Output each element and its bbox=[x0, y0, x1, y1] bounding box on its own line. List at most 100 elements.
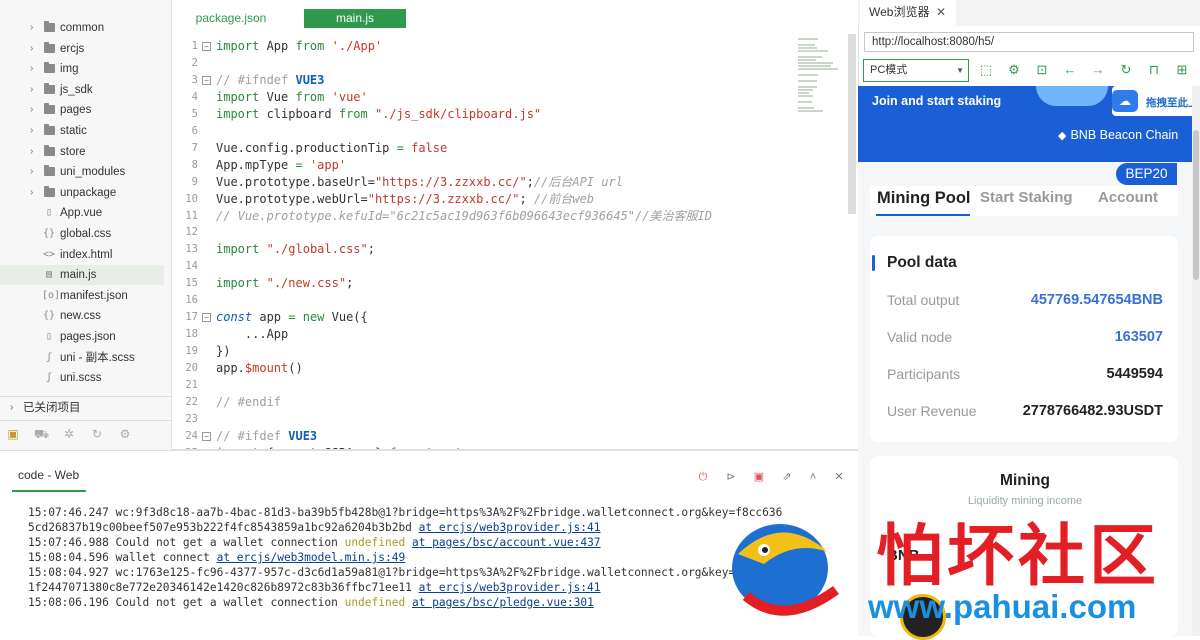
folder-item[interactable]: › ercjs bbox=[0, 39, 164, 59]
collapse-icon[interactable]: ˄ bbox=[806, 470, 820, 484]
clear-icon[interactable]: ▣ bbox=[752, 470, 766, 484]
grid-icon[interactable]: ⊞ bbox=[1174, 62, 1190, 78]
fold-toggle-icon[interactable]: − bbox=[202, 75, 211, 85]
code-line[interactable]: import "./global.css"; bbox=[216, 241, 375, 258]
folder-item[interactable]: › js_sdk bbox=[0, 80, 164, 100]
tab-account[interactable]: Account bbox=[1098, 189, 1158, 206]
car-icon[interactable]: ⛟ bbox=[34, 427, 49, 441]
browser-scrollbar-thumb[interactable] bbox=[1193, 130, 1199, 280]
file-label: uni_modules bbox=[60, 166, 126, 179]
fold-toggle-icon[interactable]: − bbox=[202, 313, 211, 323]
coin-graphic bbox=[1036, 86, 1108, 106]
code-line[interactable]: import Vue from 'vue' bbox=[216, 89, 368, 106]
file-label: js_sdk bbox=[60, 83, 93, 96]
plugin-icon[interactable]: ✲ bbox=[62, 427, 76, 441]
folder-item[interactable]: › unpackage bbox=[0, 183, 164, 203]
browser-tab[interactable]: Web浏览器 ✕ bbox=[860, 0, 956, 26]
code-line[interactable]: import App from './App' bbox=[216, 38, 382, 55]
close-icon[interactable]: ✕ bbox=[936, 0, 946, 25]
lock-icon[interactable]: ⊓ bbox=[1146, 62, 1162, 78]
file-item[interactable]: [o] manifest.json bbox=[0, 286, 164, 306]
back-arrow-icon[interactable]: ← bbox=[1062, 62, 1078, 78]
code-line[interactable]: import clipboard from "./js_sdk/clipboar… bbox=[216, 106, 541, 123]
minimap-line bbox=[798, 95, 814, 97]
chain-name: BNB Beacon Chain bbox=[1070, 128, 1179, 142]
code-line[interactable]: Vue.config.productionTip = false bbox=[216, 140, 447, 157]
minimap[interactable] bbox=[798, 38, 848, 218]
folder-item[interactable]: › store bbox=[0, 142, 164, 162]
fold-toggle-icon[interactable]: − bbox=[202, 431, 211, 441]
file-item[interactable]: ▤ main.js bbox=[0, 265, 164, 286]
code-editor[interactable]: 1− import App from './App' 2 3−// #ifndef V… bbox=[172, 34, 848, 450]
line-number: 2 bbox=[191, 56, 198, 69]
folder-item[interactable]: › static bbox=[0, 121, 164, 141]
folder-item[interactable]: › pages bbox=[0, 100, 164, 120]
folder-icon[interactable]: ▣ bbox=[6, 427, 20, 441]
code-line[interactable]: // #endif bbox=[216, 394, 281, 411]
file-item[interactable]: ʃ uni.scss bbox=[0, 368, 164, 388]
editor-scrollbar[interactable] bbox=[848, 34, 856, 214]
code-line[interactable]: ...App bbox=[216, 326, 288, 343]
active-tab-indicator bbox=[876, 214, 970, 216]
tab-start-staking[interactable]: Start Staking bbox=[980, 189, 1073, 206]
line-number: 24 bbox=[185, 429, 198, 442]
stop-icon[interactable]: ⏻ bbox=[696, 470, 710, 484]
code-line[interactable]: App.mpType = 'app' bbox=[216, 157, 346, 174]
diamond-icon: ◆ bbox=[1058, 130, 1067, 142]
code-line[interactable]: // #ifdef VUE3 bbox=[216, 428, 317, 445]
folder-icon bbox=[44, 103, 55, 115]
file-icon: ʃ bbox=[45, 351, 53, 363]
watermark-text: 怕坏社区 bbox=[876, 516, 1160, 595]
console-line: 15:08:06.196 Could not get a wallet conn… bbox=[28, 596, 594, 609]
row-value-user-revenue: 2778766482.93USDT bbox=[1022, 403, 1163, 419]
code-line[interactable]: Vue.prototype.baseUrl="https://3.zzxxb.c… bbox=[216, 174, 623, 191]
file-item[interactable]: ▯ pages.json bbox=[0, 327, 164, 347]
close-panel-icon[interactable]: ✕ bbox=[832, 470, 846, 484]
folder-item[interactable]: › img bbox=[0, 59, 164, 79]
line-number: 9 bbox=[191, 175, 198, 188]
closed-projects-toggle[interactable]: › 已关闭项目 bbox=[0, 396, 172, 418]
tab-main-js[interactable]: main.js bbox=[304, 9, 406, 28]
folder-item[interactable]: › uni_modules bbox=[0, 162, 164, 182]
console-line: 15:08:04.927 wc:1763e125-fc96-4377-957c-… bbox=[28, 566, 742, 579]
fold-toggle-icon[interactable]: − bbox=[202, 42, 211, 51]
code-line[interactable]: import "./new.css"; bbox=[216, 275, 353, 292]
open-external-icon[interactable]: ⇗ bbox=[780, 470, 794, 484]
line-number: 6 bbox=[191, 124, 198, 137]
code-line[interactable]: }) bbox=[216, 343, 230, 360]
code-line[interactable]: // Vue.prototype.kefuId="6c21c5ac19d963f… bbox=[216, 208, 712, 225]
gear-icon[interactable]: ⚙ bbox=[1006, 62, 1022, 78]
terminal-icon[interactable]: ⊡ bbox=[1034, 62, 1050, 78]
folder-icon bbox=[44, 165, 55, 177]
network-badge[interactable]: BEP20 bbox=[1116, 163, 1177, 185]
tab-package-json[interactable]: package.json bbox=[186, 9, 276, 28]
section-marker bbox=[872, 255, 875, 271]
file-item[interactable]: {} new.css bbox=[0, 306, 164, 326]
console-toolbar: ⏻ ⊳ ▣ ⇗ ˄ ✕ bbox=[694, 470, 854, 486]
console-tab[interactable]: code - Web bbox=[18, 468, 79, 490]
code-line[interactable]: const app = new Vue({ bbox=[216, 309, 368, 326]
code-line[interactable]: Vue.prototype.webUrl="https://3.zzxxb.cc… bbox=[216, 191, 594, 208]
forward-arrow-icon[interactable]: → bbox=[1090, 62, 1106, 78]
pool-data-title: Pool data bbox=[887, 254, 957, 271]
editor-tab-bar: package.json main.js bbox=[172, 0, 858, 34]
reload-icon[interactable]: ↻ bbox=[1118, 62, 1134, 78]
file-item[interactable]: {} global.css bbox=[0, 224, 164, 244]
folder-item[interactable]: › common bbox=[0, 18, 164, 38]
folder-icon bbox=[44, 21, 55, 32]
tab-mining-pool[interactable]: Mining Pool bbox=[877, 189, 970, 208]
file-label: unpackage bbox=[60, 186, 117, 199]
code-line[interactable]: // #ifndef VUE3 bbox=[216, 72, 324, 89]
file-item[interactable]: ▯ App.vue bbox=[0, 203, 164, 223]
file-item[interactable]: ʃ uni - 副本.scss bbox=[0, 348, 164, 368]
dropdown-arrow-icon: ▼ bbox=[956, 66, 964, 75]
file-item[interactable]: <> index.html bbox=[0, 245, 164, 265]
settings-icon[interactable]: ⚙ bbox=[118, 427, 132, 441]
debug-icon[interactable]: ⊳ bbox=[724, 470, 738, 484]
code-line[interactable]: app.$mount() bbox=[216, 360, 303, 377]
device-mode-select[interactable]: PC模式 ▼ bbox=[863, 59, 969, 82]
screenshot-icon[interactable]: ⬚ bbox=[978, 62, 994, 78]
row-value-total-output: 457769.547654BNB bbox=[1030, 292, 1163, 308]
refresh-icon[interactable]: ↻ bbox=[90, 427, 104, 441]
url-input[interactable]: http://localhost:8080/h5/ bbox=[864, 32, 1194, 52]
